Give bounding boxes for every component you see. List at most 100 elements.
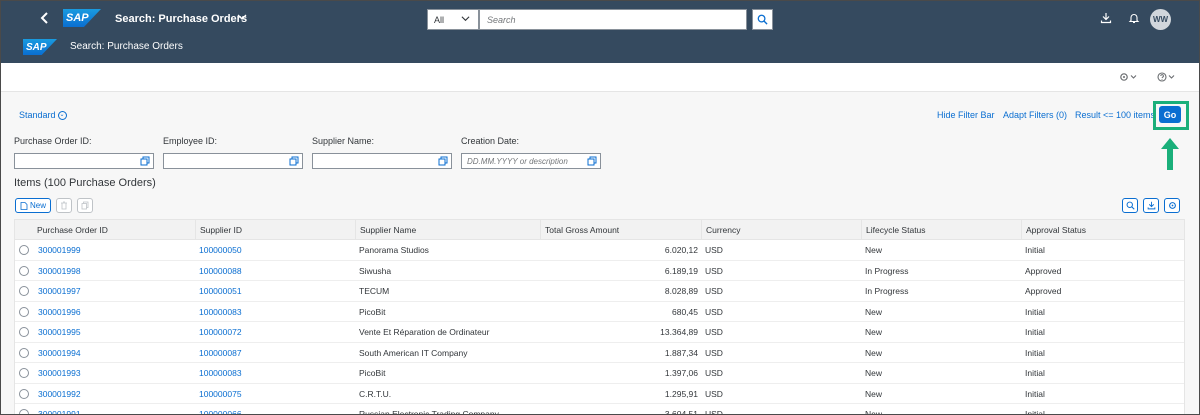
column-header-purchase-order-id[interactable]: Purchase Order ID xyxy=(33,220,108,240)
row-select-radio[interactable] xyxy=(19,388,29,399)
row-select-radio[interactable] xyxy=(19,409,29,414)
approval-status-cell: Initial xyxy=(1025,245,1045,255)
currency-cell: USD xyxy=(705,368,723,378)
currency-cell: USD xyxy=(705,347,723,358)
table-row[interactable]: 300001998 100000088 Siwusha 6.189,19 USD In P… xyxy=(15,261,1184,281)
column-header-supplier-name[interactable]: Supplier Name xyxy=(355,220,416,240)
row-select-radio[interactable] xyxy=(19,347,29,358)
chevron-down-icon xyxy=(461,14,470,25)
purchase-order-id-cell[interactable]: 300001998 xyxy=(38,261,81,281)
search-scope-select[interactable]: All xyxy=(427,9,479,30)
hide-filter-bar-link[interactable]: Hide Filter Bar xyxy=(937,110,995,120)
table-row[interactable]: 300001999 100000050 Panorama Studios 6.020,… xyxy=(15,240,1184,261)
supplier-id-cell[interactable]: 100000075 xyxy=(199,384,242,404)
table-row[interactable]: 300001993 100000083 PicoBit 1.397,06 USD New I… xyxy=(15,363,1184,384)
result-count-link[interactable]: Result <= 100 items xyxy=(1075,110,1155,120)
variant-selector[interactable]: Standard ⌄ xyxy=(19,110,67,121)
purchase-order-id-cell[interactable]: 300001993 xyxy=(38,363,81,383)
download-icon[interactable] xyxy=(1099,12,1113,27)
supplier-id-cell[interactable]: 100000066 xyxy=(199,404,242,414)
table-row[interactable]: 300001994 100000087 South American IT Comp… xyxy=(15,343,1184,363)
value-help-icon[interactable] xyxy=(140,156,150,166)
table-title: Items (100 Purchase Orders) xyxy=(14,177,156,189)
column-header-lifecycle-status[interactable]: Lifecycle Status xyxy=(861,220,926,240)
creation-date-placeholder: DD.MM.YYYY or description xyxy=(467,156,568,166)
row-select-radio[interactable] xyxy=(19,327,29,337)
app-title[interactable]: Search: Purchase Orders xyxy=(115,13,247,25)
gear-icon xyxy=(1168,202,1176,209)
go-button[interactable]: Go xyxy=(1159,106,1181,123)
row-select-radio[interactable] xyxy=(19,245,29,255)
purchase-order-id-cell[interactable]: 300001991 xyxy=(38,404,81,414)
supplier-name-cell: C.R.T.U. xyxy=(359,388,392,399)
table-row[interactable]: 300001995 100000072 Vente Et Réparation de… xyxy=(15,322,1184,343)
creation-date-input[interactable]: DD.MM.YYYY or description xyxy=(461,153,601,169)
purchase-order-id-cell[interactable]: 300001999 xyxy=(38,240,81,260)
avatar[interactable]: WW xyxy=(1150,9,1171,30)
table-row[interactable]: 300001996 100000083 PicoBit 680,45 USD New Ini… xyxy=(15,302,1184,322)
filter-label-supplier-name: Supplier Name: xyxy=(312,136,375,146)
approval-status-cell: Initial xyxy=(1025,347,1045,358)
table-search-button[interactable] xyxy=(1122,198,1138,213)
filter-bar: Standard ⌄ Hide Filter Bar Adapt Filters … xyxy=(1,92,1199,415)
column-header-supplier-id[interactable]: Supplier ID xyxy=(195,220,242,240)
delete-button[interactable] xyxy=(56,198,72,213)
value-help-icon[interactable] xyxy=(587,156,597,166)
sap-logo-secondary: SAP xyxy=(23,39,57,55)
row-select-radio[interactable] xyxy=(19,265,29,276)
purchase-order-id-cell[interactable]: 300001994 xyxy=(38,343,81,363)
approval-status-cell: Approved xyxy=(1025,265,1062,276)
column-header-total-gross-amount[interactable]: Total Gross Amount xyxy=(540,220,619,240)
supplier-id-cell[interactable]: 100000050 xyxy=(199,240,242,260)
supplier-name-input[interactable] xyxy=(312,153,452,169)
supplier-id-cell[interactable]: 100000072 xyxy=(199,322,242,342)
table-row[interactable]: 300001992 100000075 C.R.T.U. 1.295,91 USD New… xyxy=(15,384,1184,404)
approval-status-cell: Initial xyxy=(1025,409,1045,415)
value-help-icon[interactable] xyxy=(289,156,299,166)
notification-bell-icon[interactable] xyxy=(1127,12,1141,27)
adapt-filters-link[interactable]: Adapt Filters (0) xyxy=(1003,110,1067,120)
purchase-order-id-cell[interactable]: 300001992 xyxy=(38,384,81,404)
lifecycle-status-cell: In Progress xyxy=(865,265,909,276)
shell-header: SAP Search: Purchase Orders SAP Search: … xyxy=(1,1,1199,63)
page-toolbar xyxy=(1,63,1199,92)
app-window: SAP Search: Purchase Orders SAP Search: … xyxy=(0,0,1200,415)
supplier-id-cell[interactable]: 100000051 xyxy=(199,281,242,301)
copy-button[interactable] xyxy=(77,198,93,213)
total-gross-amount-cell: 1.397,06 xyxy=(664,368,698,378)
supplier-name-cell: TECUM xyxy=(359,286,390,296)
supplier-id-cell[interactable]: 100000088 xyxy=(199,261,242,281)
total-gross-amount-cell: 1.295,91 xyxy=(664,388,698,399)
table-row[interactable]: 300001997 100000051 TECUM 8.028,89 USD In Pro… xyxy=(15,281,1184,302)
help-icon[interactable] xyxy=(1157,72,1177,85)
back-icon[interactable] xyxy=(37,10,53,26)
chevron-down-icon: ⌄ xyxy=(57,111,67,121)
row-select-radio[interactable] xyxy=(19,306,29,317)
search-button[interactable] xyxy=(752,9,773,30)
approval-status-cell: Initial xyxy=(1025,388,1045,399)
purchase-order-id-input[interactable] xyxy=(14,153,154,169)
purchase-order-id-cell[interactable]: 300001997 xyxy=(38,281,81,301)
table-settings-button[interactable] xyxy=(1164,198,1180,213)
column-header-approval-status[interactable]: Approval Status xyxy=(1021,220,1086,240)
supplier-id-cell[interactable]: 100000087 xyxy=(199,343,242,363)
column-header-currency[interactable]: Currency xyxy=(701,220,740,240)
lifecycle-status-cell: New xyxy=(865,306,883,317)
sap-logo[interactable]: SAP xyxy=(63,9,101,27)
chevron-down-icon[interactable] xyxy=(237,12,247,25)
value-help-icon[interactable] xyxy=(438,156,448,166)
row-select-radio[interactable] xyxy=(19,286,29,296)
search-input[interactable] xyxy=(479,9,747,30)
table-row[interactable]: 300001991 100000066 Russian Electronic Tra… xyxy=(15,404,1184,415)
employee-id-input[interactable] xyxy=(163,153,303,169)
supplier-id-cell[interactable]: 100000083 xyxy=(199,363,242,383)
currency-cell: USD xyxy=(705,306,723,317)
settings-gear-icon[interactable] xyxy=(1119,72,1139,85)
purchase-order-id-cell[interactable]: 300001996 xyxy=(38,302,81,322)
supplier-id-cell[interactable]: 100000083 xyxy=(199,302,242,322)
row-select-radio[interactable] xyxy=(19,368,29,378)
purchase-order-id-cell[interactable]: 300001995 xyxy=(38,322,81,342)
approval-status-cell: Approved xyxy=(1025,286,1062,296)
export-button[interactable] xyxy=(1143,198,1159,213)
new-button[interactable]: New xyxy=(15,198,51,213)
